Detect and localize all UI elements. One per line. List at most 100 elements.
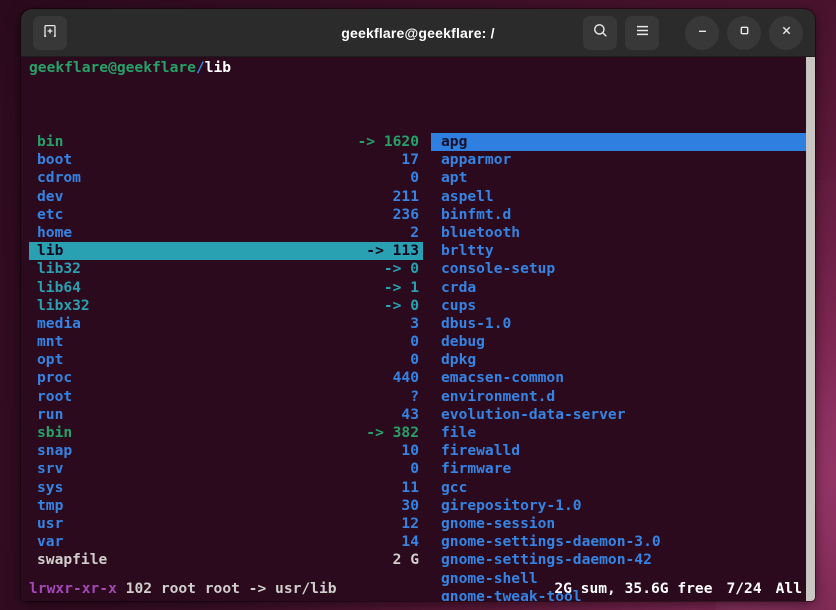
entry-name: binfmt.d — [441, 205, 512, 223]
left-pane-entry[interactable]: root? — [29, 388, 423, 406]
right-pane-entry[interactable]: file — [431, 424, 815, 442]
right-pane-entry[interactable]: gnome-session — [431, 515, 815, 533]
left-pane-entry[interactable]: mnt 0 — [29, 333, 423, 351]
entry-size: 14 — [401, 533, 419, 551]
left-pane-entry[interactable]: cdrom 0 — [29, 169, 423, 187]
left-pane-entry[interactable]: run 43 — [29, 406, 423, 424]
left-pane-entry[interactable]: swapfile 2 G — [29, 551, 423, 569]
entry-size: 440 — [392, 369, 419, 387]
right-pane-entry[interactable]: dbus-1.0 — [431, 315, 815, 333]
left-pane-entry[interactable]: lib64 -> 1 — [29, 279, 423, 297]
entry-size: -> 1620 — [357, 133, 419, 150]
entry-name: firmware — [441, 460, 512, 478]
left-pane-entry[interactable]: lib -> 113 — [29, 242, 423, 261]
search-button[interactable] — [583, 15, 617, 50]
terminal-content[interactable]: geekflare@geekflare/lib bin -> 1620 boot 17… — [21, 57, 815, 601]
close-button[interactable] — [769, 15, 803, 50]
right-pane-entry[interactable]: debug — [431, 333, 815, 351]
right-pane-entry[interactable]: emacsen-common — [431, 369, 815, 387]
right-pane-entry[interactable]: apt — [431, 169, 815, 187]
left-pane-entry[interactable]: snap 10 — [29, 442, 423, 460]
left-pane-entry[interactable]: var 14 — [29, 533, 423, 551]
right-pane-entry[interactable]: gnome-settings-daemon-3.0 — [431, 533, 815, 551]
left-pane-entry[interactable]: tmp 30 — [29, 497, 423, 515]
right-pane-entry[interactable]: cups — [431, 297, 815, 315]
entry-name: gnome-shell — [441, 569, 538, 587]
minimize-button[interactable] — [685, 15, 719, 50]
right-pane-entry[interactable]: aspell — [431, 188, 815, 206]
entry-size: 0 — [410, 460, 419, 478]
minimize-icon — [695, 23, 710, 42]
terminal-window: geekflare@geekflare: / geekflare@geekfla… — [21, 9, 815, 601]
entry-name: run — [37, 405, 64, 423]
new-tab-button[interactable] — [33, 15, 67, 50]
left-pane-entry[interactable]: usr 12 — [29, 515, 423, 533]
left-pane-entry[interactable]: libx32 -> 0 — [29, 297, 423, 315]
right-pane-entry[interactable]: gnome-settings-daemon-42 — [431, 551, 815, 569]
left-pane-entry[interactable]: sbin -> 382 — [29, 424, 423, 442]
maximize-button[interactable] — [727, 15, 761, 50]
left-pane-entry[interactable]: etc 236 — [29, 206, 423, 224]
entry-size: -> 382 — [366, 424, 419, 441]
right-pane-entry[interactable]: console-setup — [431, 260, 815, 278]
entry-name: dpkg — [441, 351, 477, 369]
entry-name: crda — [441, 278, 477, 296]
entry-size: 211 — [392, 187, 419, 205]
right-pane-entry[interactable]: firewalld — [431, 442, 815, 460]
prompt-slash: / — [195, 59, 205, 76]
left-pane-entry[interactable]: boot 17 — [29, 151, 423, 169]
right-pane-entry[interactable]: binfmt.d — [431, 206, 815, 224]
entry-name: apg — [441, 133, 468, 150]
entry-name: brltty — [441, 242, 494, 260]
status-scroll: All — [775, 579, 802, 597]
right-pane-entry[interactable]: firmware — [431, 460, 815, 478]
ranger-right-pane[interactable]: apg apparmor apt aspell binfmt.d bluetooth brl… — [431, 133, 815, 601]
right-pane-entry[interactable]: girepository-1.0 — [431, 497, 815, 515]
right-pane-entry[interactable]: apparmor — [431, 151, 815, 169]
status-position: 7/24 — [726, 579, 762, 597]
terminal-scrollbar[interactable] — [806, 57, 815, 601]
entry-name: sys — [37, 478, 64, 496]
right-pane-entry[interactable]: evolution-data-server — [431, 406, 815, 424]
menu-button[interactable] — [625, 15, 659, 50]
right-pane-entry[interactable]: environment.d — [431, 388, 815, 406]
right-pane-entry[interactable]: gcc — [431, 479, 815, 497]
entry-name: cdrom — [37, 169, 81, 187]
entry-name: media — [37, 314, 81, 332]
left-pane-entry[interactable]: sys 11 — [29, 479, 423, 497]
right-pane-entry[interactable]: bluetooth — [431, 224, 815, 242]
hamburger-menu-icon — [634, 22, 651, 43]
left-pane-entry[interactable]: opt 0 — [29, 351, 423, 369]
entry-name: cups — [441, 296, 477, 314]
left-pane-entry[interactable]: dev 211 — [29, 188, 423, 206]
left-pane-entry[interactable]: srv 0 — [29, 460, 423, 478]
right-pane-entry[interactable]: apg — [431, 133, 815, 152]
entry-name: aspell — [441, 187, 494, 205]
right-pane-entry[interactable]: crda — [431, 279, 815, 297]
entry-name: debug — [441, 333, 485, 351]
entry-name: usr — [37, 514, 64, 532]
right-pane-entry[interactable]: brltty — [431, 242, 815, 260]
left-pane-entry[interactable]: bin -> 1620 — [29, 133, 423, 151]
right-pane-entry[interactable]: dpkg — [431, 351, 815, 369]
new-tab-icon — [42, 23, 58, 43]
maximize-icon — [737, 23, 752, 42]
left-pane-entry[interactable]: proc 440 — [29, 369, 423, 387]
entry-size: 236 — [392, 205, 419, 223]
ranger-left-pane[interactable]: bin -> 1620 boot 17 cdrom 0 dev 211 etc 236 home 2 l… — [29, 133, 423, 570]
left-pane-entry[interactable]: media 3 — [29, 315, 423, 333]
entry-size: -> 0 — [383, 296, 419, 314]
entry-name: gnome-settings-daemon-42 — [441, 551, 652, 569]
entry-name: mnt — [37, 333, 64, 351]
entry-name: emacsen-common — [441, 369, 565, 387]
entry-name: boot — [37, 151, 73, 169]
entry-name: lib64 — [37, 278, 81, 296]
prompt-user-host: geekflare@geekflare — [29, 59, 196, 76]
entry-size: 2 — [410, 223, 419, 241]
prompt-line: geekflare@geekflare/lib — [29, 59, 231, 77]
left-pane-entry[interactable]: home 2 — [29, 224, 423, 242]
status-line-right: 2G sum, 35.6G free 7/24 All — [554, 580, 802, 598]
entry-name: dbus-1.0 — [441, 314, 512, 332]
entry-name: apt — [441, 169, 468, 187]
left-pane-entry[interactable]: lib32 -> 0 — [29, 260, 423, 278]
